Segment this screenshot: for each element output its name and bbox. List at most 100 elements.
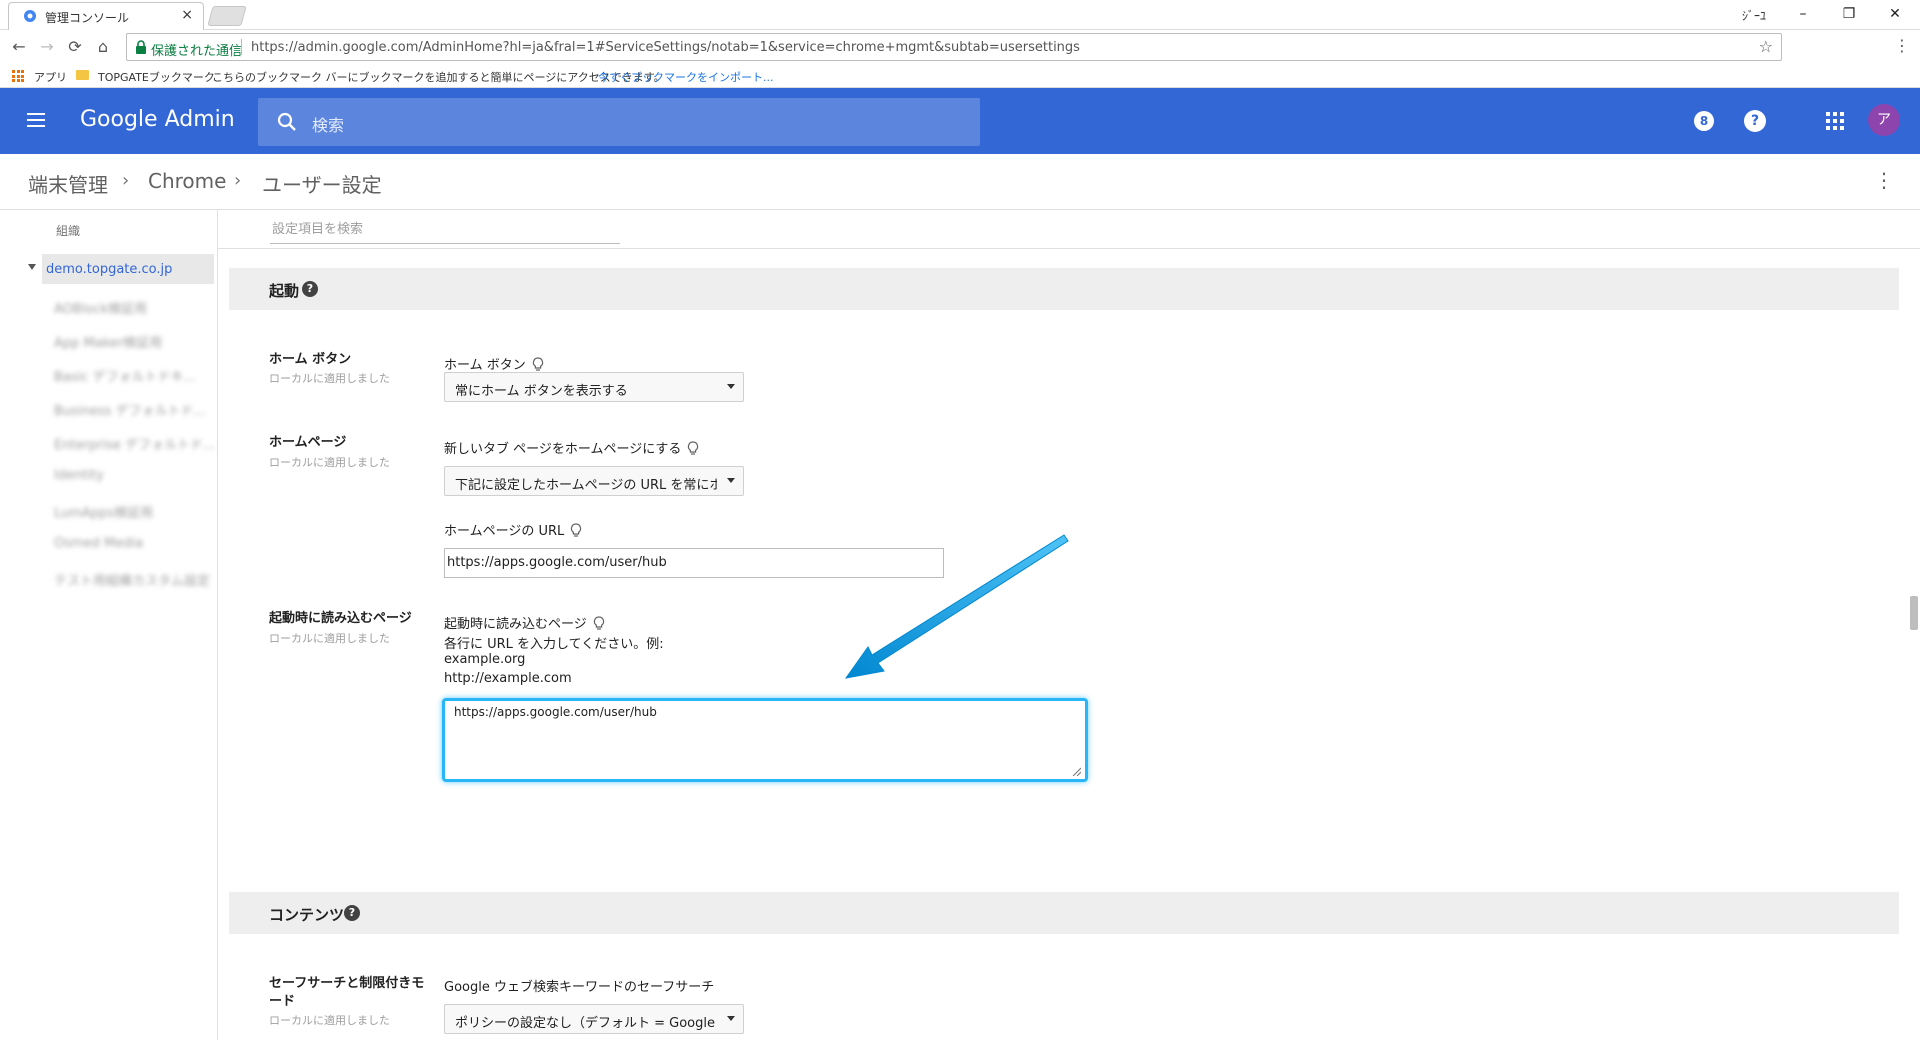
setting-inherit-note: ローカルに適用しました <box>269 456 390 469</box>
section-startup-header: 起動 ? <box>229 268 1899 310</box>
help-icon[interactable]: ? <box>302 281 318 297</box>
apps-grid-icon[interactable] <box>12 70 24 82</box>
import-bookmarks-link[interactable]: 今すぐブックマークをインポート... <box>598 69 774 85</box>
browser-tab[interactable]: 管理コンソール × <box>8 2 204 30</box>
homepage-selected: 下記に設定したホームページの URL を常にホ <box>455 478 717 493</box>
setting-inherit-note: ローカルに適用しました <box>269 1014 390 1027</box>
breadcrumb-user-settings: ユーザー設定 <box>262 173 382 197</box>
breadcrumb: 端末管理 › Chrome › ユーザー設定 ⋮ <box>0 154 1920 210</box>
help-icon[interactable]: ? <box>344 905 360 921</box>
section-title: 起動 <box>269 282 300 300</box>
safesearch-select[interactable]: ポリシーの設定なし（デフォルト = Google ウ <box>444 1004 744 1034</box>
startup-pages-value: https://apps.google.com/user/hub <box>454 705 657 719</box>
reload-icon[interactable]: ⟳ <box>64 36 86 58</box>
close-window-button[interactable]: ✕ <box>1872 2 1918 26</box>
bookmarks-hint: こちらのブックマーク バーにブックマークを追加すると簡単にページにアクセスできま… <box>212 71 665 84</box>
more-options-icon[interactable]: ⋮ <box>1874 168 1894 192</box>
homepage-url-label: ホームページの URL <box>444 520 582 539</box>
home-button-label: ホーム ボタン <box>444 354 544 373</box>
safesearch-label: Google ウェブ検索キーワードのセーフサーチ <box>444 980 715 995</box>
org-unit-item[interactable]: Enterprise デフォルトド... <box>54 434 215 453</box>
bookmark-apps[interactable]: アプリ <box>34 69 67 85</box>
section-content-header: コンテンツ ? <box>229 892 1899 934</box>
org-unit-item[interactable]: App Maker検証用 <box>54 332 162 351</box>
home-button-selected: 常にホーム ボタンを表示する <box>455 384 628 399</box>
settings-search-placeholder: 設定項目を検索 <box>272 222 364 237</box>
expand-caret-icon[interactable] <box>28 264 36 270</box>
homepage-url-value: https://apps.google.com/user/hub <box>447 555 667 570</box>
back-icon[interactable]: ← <box>8 36 30 58</box>
restore-button[interactable]: ❐ <box>1826 2 1872 26</box>
chevron-right-icon: › <box>234 170 242 191</box>
lock-icon <box>136 40 146 54</box>
section-title: コンテンツ <box>269 906 345 924</box>
address-bar[interactable]: 保護された通信 https://admin.google.com/AdminHo… <box>126 33 1782 61</box>
forward-icon[interactable]: → <box>36 36 58 58</box>
chevron-right-icon: › <box>122 170 130 191</box>
search-icon <box>277 112 296 131</box>
org-unit-item[interactable]: テスト用組織カスタム設定 <box>54 570 210 589</box>
settings-search-input[interactable]: 設定項目を検索 <box>270 214 620 244</box>
main-menu-icon[interactable] <box>27 113 45 127</box>
org-tree-header: 組織 <box>56 224 81 238</box>
org-unit-root[interactable]: demo.topgate.co.jp <box>42 254 214 284</box>
apps-launcher-icon[interactable] <box>1826 112 1844 130</box>
homepage-select[interactable]: 下記に設定したホームページの URL を常にホ <box>444 466 744 496</box>
homepage-url-input[interactable]: https://apps.google.com/user/hub <box>444 548 944 578</box>
page-scrollbar-thumb[interactable] <box>1910 596 1918 630</box>
org-unit-root-label: demo.topgate.co.jp <box>46 262 173 277</box>
org-unit-item[interactable]: AOBlock検証用 <box>54 298 147 317</box>
brand-title[interactable]: Google Admin <box>80 107 235 132</box>
setting-inherit-note: ローカルに適用しました <box>269 632 390 645</box>
browser-toolbar: ← → ⟳ ⌂ 保護された通信 https://admin.google.com… <box>0 30 1920 64</box>
setting-title-home-button: ホーム ボタン <box>269 352 352 367</box>
setting-title-startup-pages: 起動時に読み込むページ <box>269 611 412 626</box>
browser-tabstrip: 管理コンソール × ｼﾞｰﾕ – ❐ ✕ <box>0 0 1920 30</box>
breadcrumb-chrome[interactable]: Chrome <box>148 169 226 193</box>
setting-title-homepage: ホームページ <box>269 435 347 450</box>
dropdown-caret-icon <box>727 478 735 483</box>
lightbulb-icon[interactable] <box>593 616 605 631</box>
org-unit-item[interactable]: LumApps検証用 <box>54 502 153 521</box>
admin-header: Google Admin 検索 8 ? ア <box>0 88 1920 154</box>
tab-title: 管理コンソール <box>45 11 130 25</box>
lightbulb-icon[interactable] <box>532 357 544 372</box>
setting-title-safesearch-cont: ード <box>269 994 296 1009</box>
org-unit-item[interactable]: Osmed Media <box>54 536 143 551</box>
org-unit-item[interactable]: Identity <box>54 468 104 483</box>
dropdown-caret-icon <box>727 384 735 389</box>
url-text[interactable]: https://admin.google.com/AdminHome?hl=ja… <box>251 40 1080 55</box>
startup-pages-example: http://example.com <box>444 671 572 686</box>
profile-name[interactable]: ｼﾞｰﾕ <box>1742 7 1766 24</box>
admin-favicon-icon <box>24 10 36 22</box>
new-tab-button[interactable] <box>207 6 247 26</box>
search-placeholder: 検索 <box>312 116 345 135</box>
home-button-select[interactable]: 常にホーム ボタンを表示する <box>444 372 744 402</box>
lightbulb-icon[interactable] <box>570 523 582 538</box>
startup-pages-instruction: 各行に URL を入力してください。例: <box>444 637 664 652</box>
lightbulb-icon[interactable] <box>687 441 699 456</box>
home-icon[interactable]: ⌂ <box>92 36 114 58</box>
tab-close-icon[interactable]: × <box>181 7 193 23</box>
support-icon[interactable]: 8 <box>1694 111 1714 131</box>
folder-icon <box>76 70 89 80</box>
secure-connection-label: 保護された通信 <box>151 44 243 59</box>
resize-grip-icon[interactable] <box>1071 766 1081 776</box>
breadcrumb-device-management[interactable]: 端末管理 <box>28 169 108 198</box>
admin-search-input[interactable]: 検索 <box>258 98 980 146</box>
homepage-newtab-label: 新しいタブ ページをホームページにする <box>444 438 699 457</box>
org-unit-item[interactable]: Business デフォルトド... <box>54 400 206 419</box>
safesearch-selected: ポリシーの設定なし（デフォルト = Google ウ <box>455 1016 717 1031</box>
org-unit-item[interactable]: Basic デフォルトドキ... <box>54 366 196 385</box>
bookmark-star-icon[interactable]: ☆ <box>1759 37 1773 56</box>
startup-pages-textarea[interactable]: https://apps.google.com/user/hub <box>442 698 1088 782</box>
bookmark-folder-topgate[interactable]: TOPGATEブックマーク <box>98 69 215 85</box>
minimize-button[interactable]: – <box>1780 2 1826 26</box>
startup-pages-label: 起動時に読み込むページ <box>444 613 605 632</box>
setting-inherit-note: ローカルに適用しました <box>269 372 390 385</box>
setting-title-safesearch: セーフサーチと制限付きモ <box>269 976 425 991</box>
help-icon[interactable]: ? <box>1744 110 1766 132</box>
browser-menu-icon[interactable]: ⋮ <box>1894 36 1910 55</box>
omnibox-divider <box>241 39 242 55</box>
avatar[interactable]: ア <box>1868 104 1900 136</box>
